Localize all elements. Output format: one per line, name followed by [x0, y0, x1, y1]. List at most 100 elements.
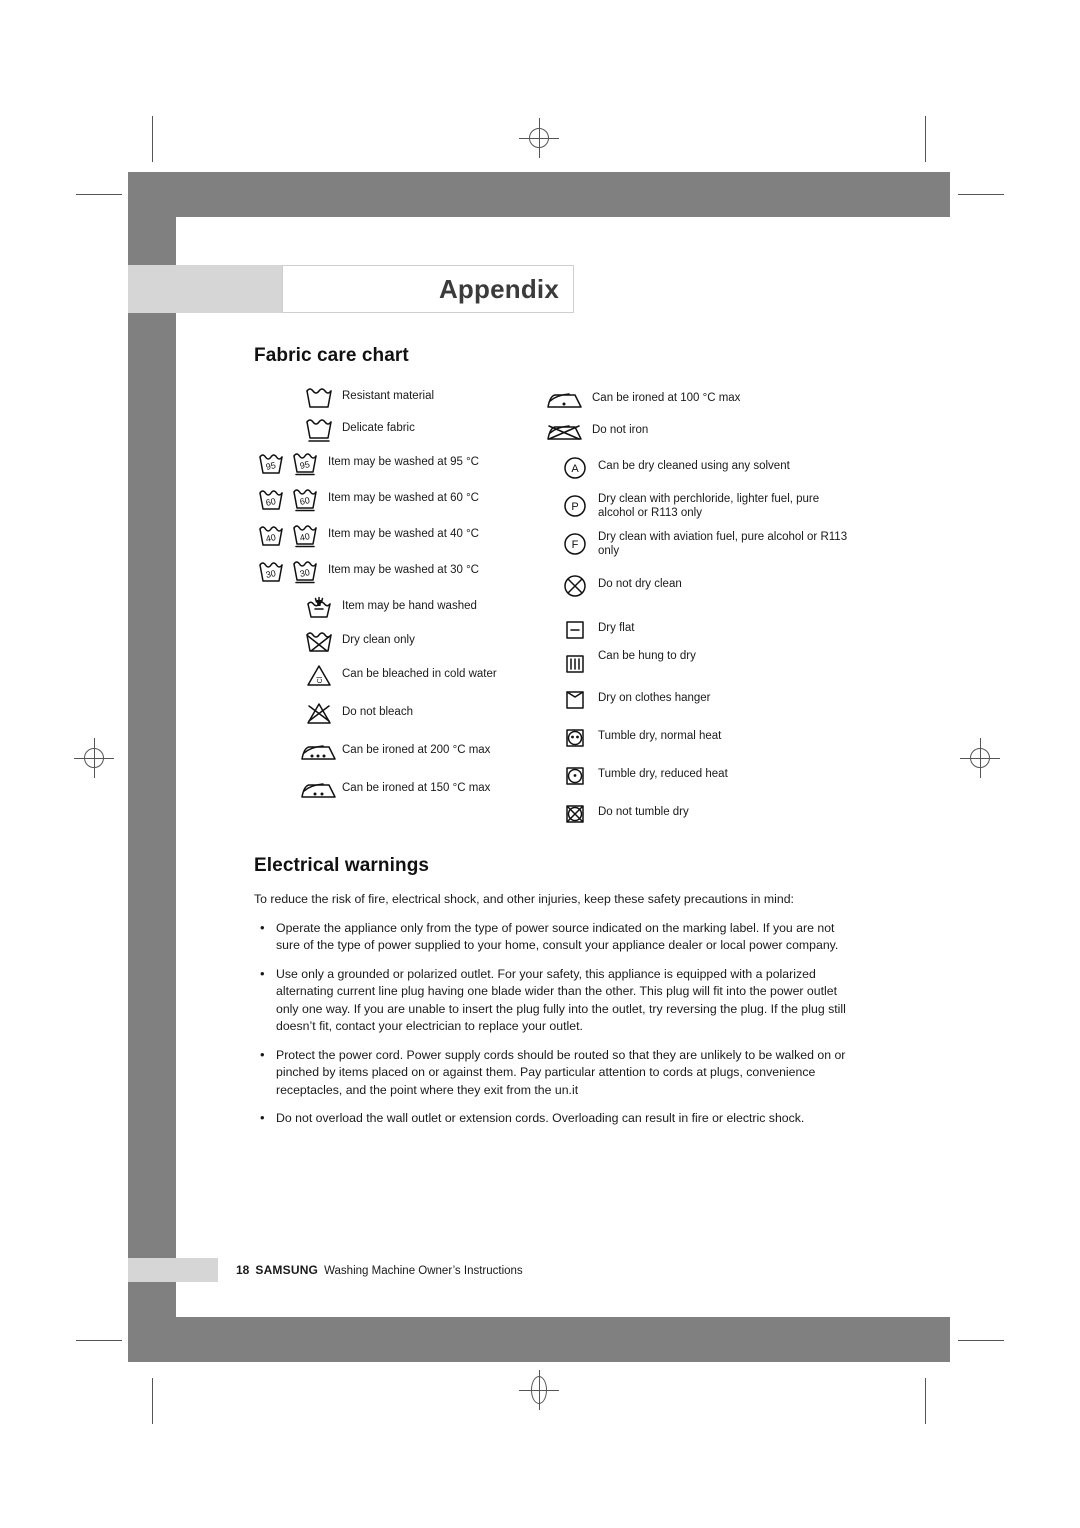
svg-text:30: 30	[299, 567, 311, 579]
page-title-box: Appendix	[282, 265, 574, 313]
registration-mark-left	[74, 738, 114, 778]
list-item: Tumble dry, normal heat	[558, 723, 721, 753]
registration-mark-right	[960, 738, 1000, 778]
crop-mark-bottom-right	[925, 1378, 926, 1424]
manual-page: Appendix Fabric care chart Resistant mat…	[0, 0, 1080, 1528]
list-item: Do not overload the wall outlet or exten…	[254, 1109, 852, 1128]
brand-name: SAMSUNG	[255, 1263, 319, 1277]
list-item: Can be ironed at 200 °C max	[301, 737, 491, 767]
dry-clean-a-icon: A	[558, 453, 592, 483]
fabric-care-chart: Resistant material Delicate fabric 95 95…	[254, 381, 854, 826]
frame-band-bottom	[128, 1317, 950, 1362]
washtub-95-pair-icon: 95 95	[254, 449, 322, 479]
list-item-label: Can be bleached in cold water	[342, 668, 497, 680]
do-not-tumble-dry-icon	[558, 799, 592, 829]
list-item: Can be ironed at 150 °C max	[301, 775, 491, 805]
tumble-dry-reduced-icon	[558, 761, 592, 791]
list-item-label: Tumble dry, reduced heat	[598, 768, 728, 780]
list-item: Item may be hand washed	[302, 593, 477, 623]
iron-two-dots-icon	[301, 775, 336, 805]
washtub-60-icon: 60	[254, 485, 288, 515]
list-item: Dry clean only	[302, 627, 415, 657]
washtub-40-icon: 40	[254, 521, 288, 551]
bleach-cold-water-icon: Cl	[302, 661, 336, 691]
electrical-warnings-list: Operate the appliance only from the type…	[254, 919, 852, 1128]
list-item: Protect the power cord. Power supply cor…	[254, 1046, 852, 1100]
crop-mark-left-bottom	[76, 1340, 122, 1341]
dry-clean-f-icon: F	[558, 529, 592, 559]
hand-wash-icon	[302, 593, 336, 623]
list-item-label: Item may be washed at 40 °C	[328, 528, 479, 540]
list-item-label: Dry clean with perchloride, lighter fuel…	[598, 493, 820, 519]
svg-text:95: 95	[265, 460, 277, 472]
list-item: 30 30 Item may be washed at 30 °C	[254, 557, 479, 587]
fabric-care-heading: Fabric care chart	[254, 345, 409, 366]
list-item: Do not bleach	[302, 699, 413, 729]
washtub-95-icon: 95	[254, 449, 288, 479]
frame-band-top	[128, 172, 950, 217]
footer-accent-bar	[128, 1258, 218, 1282]
list-item-label: Can be ironed at 100 °C max	[592, 392, 741, 404]
registration-mark-bottom	[519, 1370, 559, 1410]
list-item-label: Dry flat	[598, 622, 635, 634]
list-item: Use only a grounded or polarized outlet.…	[254, 965, 852, 1036]
svg-text:40: 40	[299, 531, 311, 543]
iron-three-dots-icon	[301, 737, 336, 767]
svg-text:Cl: Cl	[317, 676, 324, 683]
list-item-label: Item may be washed at 60 °C	[328, 492, 479, 504]
crop-mark-top-left	[152, 116, 153, 162]
svg-text:F: F	[572, 539, 579, 551]
list-item: Can be hung to dry	[558, 649, 696, 679]
svg-text:30: 30	[265, 568, 277, 580]
washtub-30-delicate-icon: 30	[288, 557, 322, 587]
dry-clean-p-icon: P	[558, 491, 592, 521]
washtub-40-pair-icon: 40 40	[254, 521, 322, 551]
list-item-label: Can be ironed at 200 °C max	[342, 744, 491, 756]
svg-text:40: 40	[265, 532, 277, 544]
crop-mark-right-bottom	[958, 1340, 1004, 1341]
list-item-label: Do not bleach	[342, 706, 413, 718]
list-item: Resistant material	[302, 383, 434, 413]
washtub-icon	[302, 383, 336, 413]
tumble-dry-normal-icon	[558, 723, 592, 753]
crop-mark-right-top	[958, 194, 1004, 195]
list-item: Delicate fabric	[302, 415, 415, 445]
list-item: P Dry clean with perchloride, lighter fu…	[558, 491, 848, 521]
washtub-60-pair-icon: 60 60	[254, 485, 322, 515]
washtub-underline-icon	[302, 415, 336, 445]
dry-clean-only-icon	[302, 627, 336, 657]
registration-mark-top	[519, 118, 559, 158]
list-item-label: Do not dry clean	[598, 578, 682, 590]
frame-band-left	[128, 217, 176, 1317]
list-item-label: Dry on clothes hanger	[598, 692, 711, 704]
washtub-30-pair-icon: 30 30	[254, 557, 322, 587]
list-item-label: Can be hung to dry	[598, 650, 696, 662]
list-item-label: Item may be washed at 95 °C	[328, 456, 479, 468]
drip-dry-hanger-icon	[558, 685, 592, 715]
list-item-label: Delicate fabric	[342, 422, 415, 434]
list-item-label: Do not tumble dry	[598, 806, 689, 818]
list-item: Operate the appliance only from the type…	[254, 919, 852, 955]
list-item-label: Dry clean only	[342, 634, 415, 646]
do-not-bleach-icon	[302, 699, 336, 729]
electrical-warnings-intro: To reduce the risk of fire, electrical s…	[254, 892, 794, 906]
list-item-label: Dry clean with aviation fuel, pure alcoh…	[598, 531, 848, 557]
list-item-label: Can be dry cleaned using any solvent	[598, 460, 790, 472]
list-item: 40 40 Item may be washed at 40 °C	[254, 521, 479, 551]
electrical-warnings-section: Electrical warnings To reduce the risk o…	[254, 855, 852, 1139]
fabric-care-section: Fabric care chart Resistant material Del…	[254, 345, 854, 826]
svg-text:60: 60	[265, 496, 277, 508]
page-footer: 18 SAMSUNG Washing Machine Owner’s Instr…	[236, 1263, 523, 1277]
list-item-label: Do not iron	[592, 424, 649, 436]
list-item: Can be ironed at 100 °C max	[544, 385, 740, 415]
dry-flat-icon	[558, 615, 592, 645]
page-title: Appendix	[438, 273, 559, 304]
list-item: Tumble dry, reduced heat	[558, 761, 728, 791]
iron-one-dot-icon	[544, 385, 586, 415]
list-item-label: Resistant material	[342, 390, 435, 402]
list-item: Dry flat	[558, 615, 634, 645]
list-item: Do not tumble dry	[558, 799, 689, 829]
list-item: Dry on clothes hanger	[558, 685, 711, 715]
list-item-label: Can be ironed at 150 °C max	[342, 782, 491, 794]
list-item: 60 60 Item may be washed at 60 °C	[254, 485, 479, 515]
